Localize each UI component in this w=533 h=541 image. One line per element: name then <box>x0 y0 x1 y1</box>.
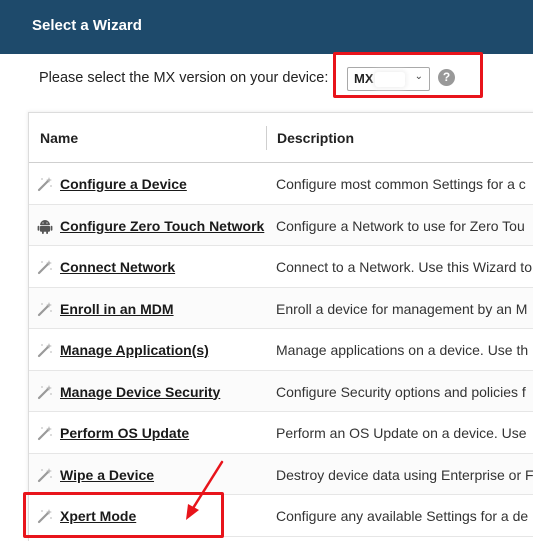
annotation-highlight-version <box>333 52 483 98</box>
wizard-link[interactable]: Configure Zero Touch Network <box>60 218 264 234</box>
page-title: Select a Wizard <box>0 0 533 54</box>
wizard-description: Configure any available Settings for a d… <box>276 508 529 524</box>
column-header-name: Name <box>40 130 79 146</box>
wizard-description: Destroy device data using Enterprise or … <box>276 466 533 483</box>
wand-icon <box>36 383 54 401</box>
wizard-link[interactable]: Perform OS Update <box>60 425 189 441</box>
wand-icon <box>36 175 54 193</box>
table-row: Configure Zero Touch Network Configure a … <box>29 204 533 246</box>
table-row: Configure a Device Configure most common … <box>29 163 533 205</box>
table-row: Connect Network Connect to a Network. Use… <box>29 246 533 288</box>
column-divider <box>266 126 267 150</box>
android-icon <box>36 217 54 235</box>
wizard-description: Configure most common Settings for a c <box>276 176 526 192</box>
wizard-link[interactable]: Configure a Device <box>60 176 187 192</box>
wizard-link[interactable]: Wipe a Device <box>60 467 154 483</box>
table-row: Wipe a Device Destroy device data using E… <box>29 453 533 495</box>
wizard-description: Configure Security options and policies … <box>276 383 526 400</box>
wizard-description: Perform an OS Update on a device. Use <box>276 425 527 441</box>
table-row: Perform OS Update Perform an OS Update on… <box>29 412 533 454</box>
wand-icon <box>36 258 54 276</box>
wizard-link[interactable]: Enroll in an MDM <box>60 301 174 317</box>
table-row: Manage Device Security Configure Security… <box>29 370 533 412</box>
wizard-description: Manage applications on a device. Use th <box>276 342 529 358</box>
wizard-description: Configure a Network to use for Zero Tou <box>276 217 525 234</box>
table-row: Enroll in an MDM Enroll a device for mana… <box>29 287 533 329</box>
table-header: Name Description <box>29 113 533 163</box>
annotation-arrow <box>186 460 224 520</box>
wand-icon <box>36 466 54 484</box>
wand-icon <box>36 424 54 442</box>
column-header-description: Description <box>277 130 355 146</box>
wizard-description: Enroll a device for management by an M <box>276 300 528 317</box>
mx-version-label: Please select the MX version on your dev… <box>39 70 329 86</box>
wizard-description: Connect to a Network. Use this Wizard to <box>276 259 532 275</box>
wizard-link[interactable]: Manage Application(s) <box>60 342 209 358</box>
wand-icon <box>36 300 54 318</box>
wizard-link[interactable]: Manage Device Security <box>60 384 220 400</box>
wand-icon <box>36 341 54 359</box>
table-row: Manage Application(s) Manage applications… <box>29 329 533 371</box>
wizard-link[interactable]: Connect Network <box>60 259 175 275</box>
wizard-table: Name Description Configure a Device Confi… <box>28 112 533 541</box>
